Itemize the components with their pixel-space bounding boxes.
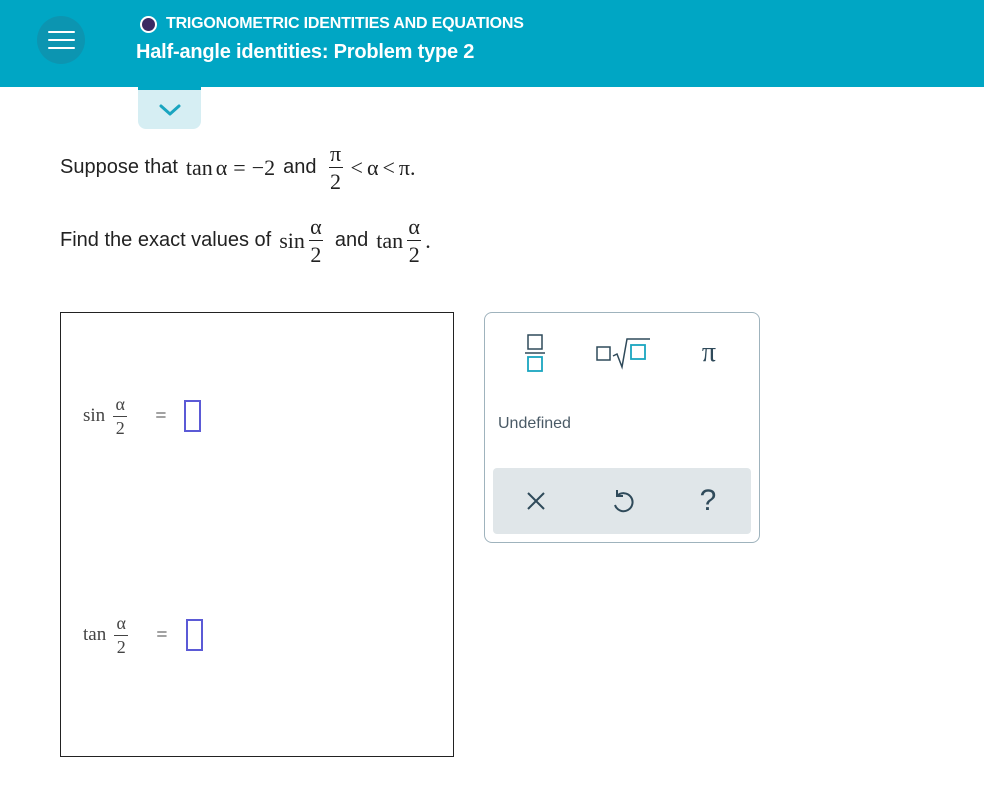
and-text: and [334, 229, 369, 252]
collapse-toggle-button[interactable] [138, 87, 201, 129]
clear-icon [527, 492, 545, 510]
period: . [425, 227, 431, 253]
problem-statement: Suppose that tan α = −2 and π 2 < α < π. [60, 142, 416, 193]
fraction-bar [114, 634, 129, 636]
undo-button[interactable] [592, 479, 652, 523]
pi-symbol: π. [398, 154, 416, 180]
fraction-denominator: 2 [408, 242, 420, 268]
menu-button[interactable] [37, 16, 85, 64]
fraction-denominator: 2 [115, 417, 125, 438]
fraction-bar [308, 240, 323, 242]
tan-answer-input[interactable] [185, 619, 203, 652]
alpha-over-two-fraction: α 2 [114, 613, 129, 657]
answer-box: sin α 2 = tan α 2 = [60, 312, 454, 757]
pi-icon: π [701, 337, 717, 368]
pi-button[interactable]: π [679, 331, 739, 375]
fraction-numerator: α [115, 394, 125, 414]
equals-sign: = [155, 404, 167, 427]
less-than-sign: < [350, 154, 363, 180]
problem-text: Suppose that [60, 156, 178, 179]
alpha-symbol: α [215, 154, 228, 180]
fraction-icon [525, 334, 545, 372]
tan-function: tan [83, 624, 107, 646]
fraction-numerator: α [408, 214, 420, 239]
and-text: and [283, 156, 317, 179]
fraction-numerator: α [116, 613, 126, 633]
tan-value: −2 [251, 154, 276, 180]
fraction-bar [113, 415, 128, 417]
hamburger-menu-icon [47, 31, 75, 33]
alpha-symbol: α [366, 154, 379, 180]
chevron-down-icon [159, 104, 180, 115]
fraction-button[interactable] [505, 331, 565, 375]
equals-sign: = [156, 623, 168, 646]
clear-button[interactable] [506, 479, 566, 523]
equals-sign: = [233, 154, 246, 180]
alpha-over-two-fraction: α 2 [113, 394, 128, 438]
tan-function: tan [185, 154, 213, 180]
help-icon: ? [699, 484, 717, 517]
problem-question: Find the exact values of sin α 2 and tan… [60, 215, 431, 266]
topic-label: TRIGONOMETRIC IDENTITIES AND EQUATIONS [166, 15, 524, 32]
topic-row: TRIGONOMETRIC IDENTITIES AND EQUATIONS [140, 14, 524, 34]
sin-answer-input[interactable] [184, 400, 202, 433]
tan-function: tan [376, 227, 404, 253]
fraction-numerator: π [329, 141, 342, 166]
fraction-numerator: α [310, 214, 322, 239]
undefined-button[interactable]: Undefined [498, 415, 571, 433]
help-button[interactable]: ? [678, 479, 738, 523]
sin-answer-row: sin α 2 = [83, 394, 202, 438]
math-palette: π Undefined ? [484, 312, 760, 543]
sin-function: sin [83, 405, 106, 427]
less-than-sign: < [382, 154, 395, 180]
hamburger-menu-icon [47, 47, 75, 49]
topic-status-icon [140, 15, 157, 33]
nth-root-icon [596, 338, 650, 370]
fraction-bar [328, 167, 343, 169]
header-bar: TRIGONOMETRIC IDENTITIES AND EQUATIONS H… [0, 0, 984, 87]
page-title: Half-angle identities: Problem type 2 [136, 41, 475, 63]
alpha-over-two-fraction: α 2 [407, 214, 422, 268]
question-text: Find the exact values of [60, 229, 272, 252]
tan-answer-row: tan α 2 = [83, 614, 203, 657]
undo-icon [614, 490, 634, 513]
fraction-denominator: 2 [310, 242, 322, 268]
sin-function: sin [279, 227, 305, 253]
fraction-bar [407, 240, 422, 242]
action-bar: ? [493, 468, 751, 534]
pi-over-two-fraction: π 2 [328, 141, 343, 195]
hamburger-menu-icon [47, 39, 75, 41]
fraction-denominator: 2 [330, 169, 342, 195]
alpha-over-two-fraction: α 2 [308, 214, 323, 268]
nth-root-button[interactable] [593, 331, 653, 375]
fraction-denominator: 2 [116, 636, 126, 657]
